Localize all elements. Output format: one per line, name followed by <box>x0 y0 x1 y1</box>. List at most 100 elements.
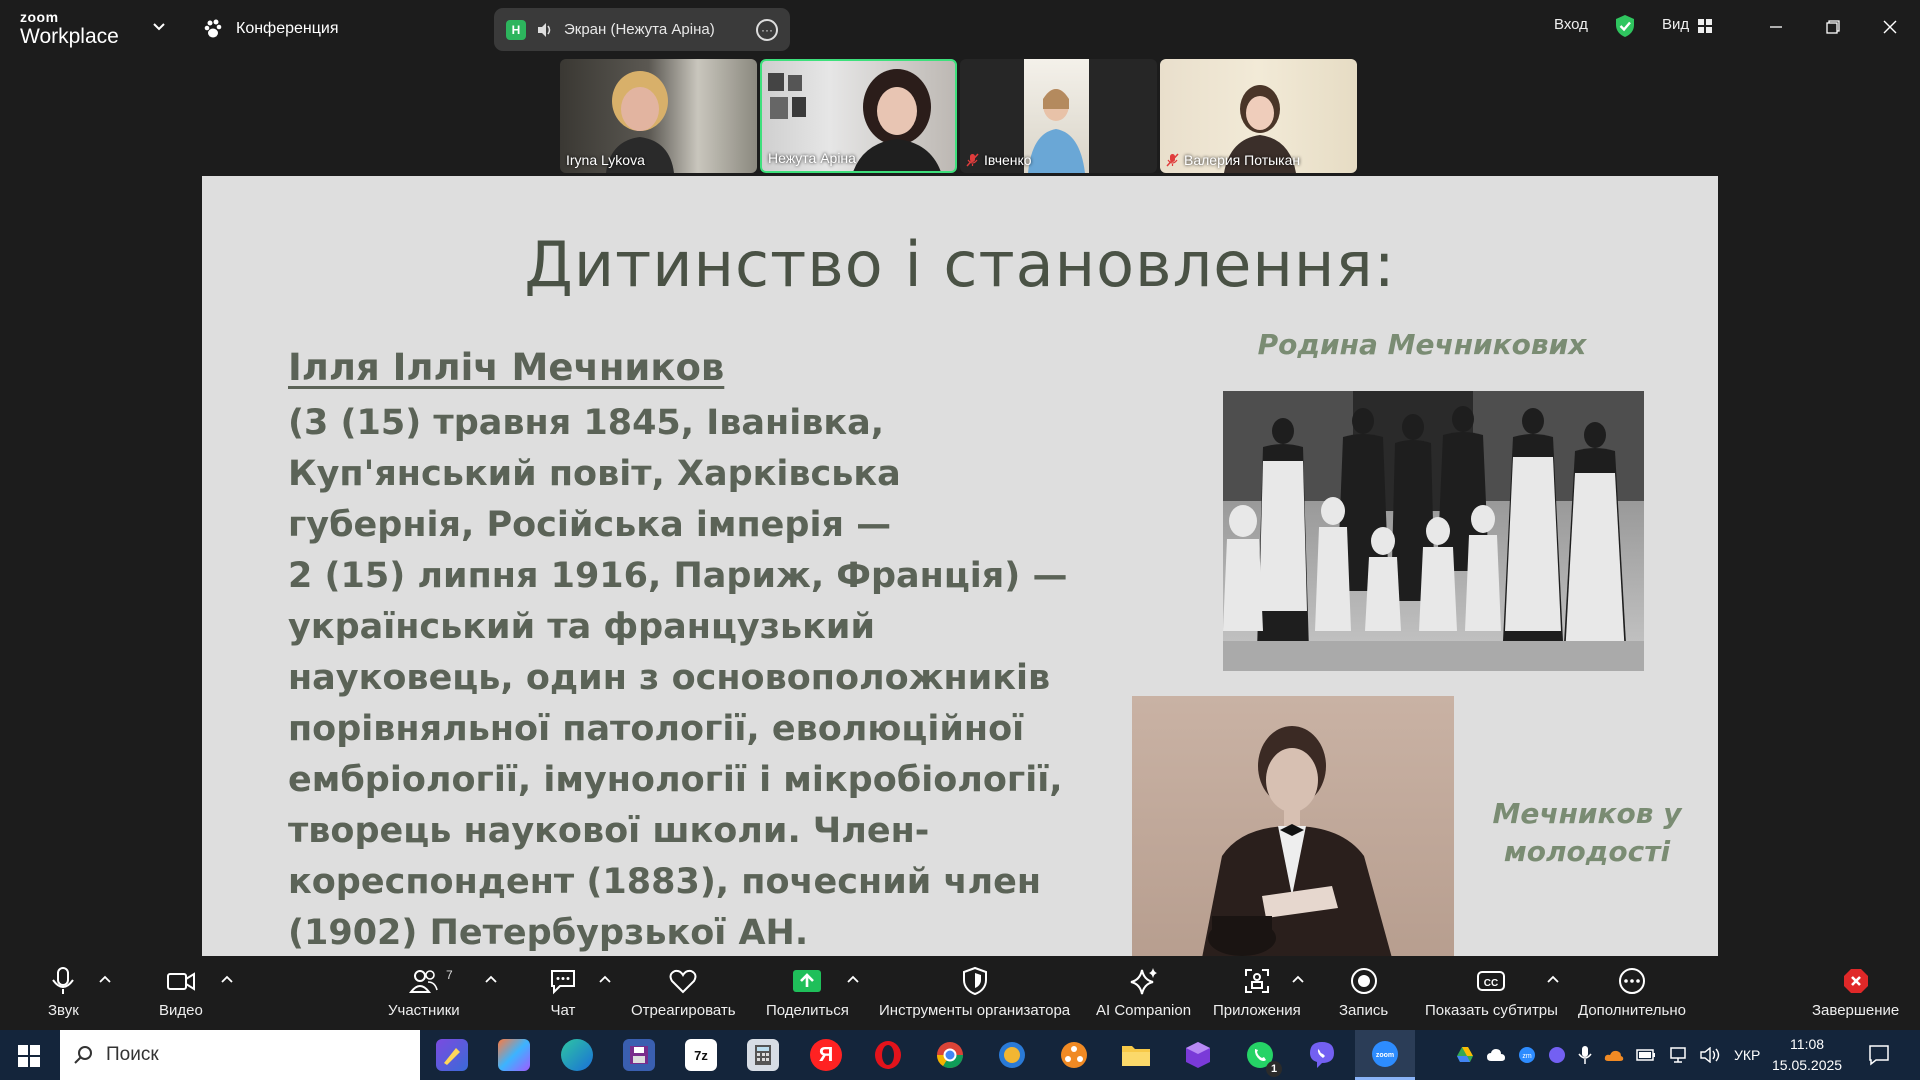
chat-icon <box>551 970 575 995</box>
chat-button[interactable]: Чат <box>548 966 578 1019</box>
share-button[interactable]: Поделиться <box>766 966 849 1019</box>
view-button[interactable]: Вид <box>1662 16 1689 33</box>
whatsapp-badge: 1 <box>1266 1061 1282 1077</box>
clock-date: 15.05.2025 <box>1772 1057 1843 1073</box>
app-icon-triad[interactable] <box>1058 1039 1090 1071</box>
record-button[interactable]: Запись <box>1339 966 1388 1019</box>
volume-icon[interactable] <box>1700 1047 1722 1063</box>
video-camera-icon <box>166 972 195 991</box>
more-options-icon[interactable]: ··· <box>756 18 778 41</box>
chevron-up-icon[interactable] <box>1292 974 1304 984</box>
family-photo-figures <box>1223 391 1644 671</box>
participant-tile[interactable]: Івченко <box>960 59 1157 173</box>
chevron-up-icon[interactable] <box>221 974 233 984</box>
7zip-icon[interactable]: 7z <box>685 1039 717 1071</box>
save-disk-icon[interactable] <box>623 1039 655 1071</box>
chevron-up-icon[interactable] <box>847 974 859 984</box>
restore-button[interactable] <box>1813 12 1853 42</box>
chrome-glyph <box>936 1042 964 1069</box>
bio-name: Ілля Ілліч Мечников <box>288 346 725 389</box>
network-icon[interactable] <box>1668 1047 1688 1063</box>
yandex-icon[interactable]: Я <box>810 1039 842 1071</box>
more-button[interactable]: Дополнительно <box>1578 966 1686 1019</box>
viber-glyph <box>1310 1042 1334 1068</box>
bio-line: порівняльної патології, еволюційної <box>288 709 1025 749</box>
opera-icon[interactable] <box>872 1039 904 1071</box>
end-meeting-button[interactable]: Завершение <box>1812 966 1899 1019</box>
chrome-icon[interactable] <box>934 1039 966 1071</box>
app-icon-pen[interactable] <box>436 1039 468 1071</box>
bio-line: 2 (15) липня 1916, Париж, Франція) — <box>288 556 1068 596</box>
chat-label: Чат <box>550 1002 576 1019</box>
chevron-up-icon[interactable] <box>485 974 497 984</box>
end-icon <box>1843 969 1868 993</box>
video-button[interactable]: Видео <box>159 966 203 1019</box>
signin-button[interactable]: Вход <box>1554 16 1588 33</box>
participant-name: Нежута Аріна <box>768 150 856 166</box>
participant-name: Валерия Потыкан <box>1166 152 1300 168</box>
edge-icon[interactable] <box>561 1039 593 1071</box>
captions-button[interactable]: CC Показать субтитры <box>1425 966 1558 1019</box>
host-tools-button[interactable]: Инструменты организатора <box>879 966 1070 1019</box>
closed-captions-icon: CC <box>1477 971 1506 991</box>
brand-workplace: Workplace <box>20 25 119 48</box>
zoom-tray-icon[interactable]: zm <box>1518 1046 1536 1064</box>
participant-tile[interactable]: Валерия Потыкан <box>1160 59 1357 173</box>
cube-icon <box>1186 1042 1210 1068</box>
ai-companion-button[interactable]: AI Companion <box>1096 966 1191 1019</box>
onedrive-icon[interactable] <box>1604 1048 1624 1062</box>
participant-tile-active[interactable]: Нежута Аріна <box>760 59 957 173</box>
cloud-icon[interactable] <box>1486 1047 1506 1063</box>
participant-video <box>1024 59 1089 173</box>
screen-share-indicator[interactable]: Н Экран (Нежута Аріна) ··· <box>494 8 790 51</box>
meeting-label: Конференция <box>236 20 339 37</box>
chevron-up-icon[interactable] <box>1547 974 1559 984</box>
clock[interactable]: 11:08 15.05.2025 <box>1772 1034 1842 1076</box>
calculator-icon[interactable] <box>747 1039 779 1071</box>
chevron-up-icon[interactable] <box>599 974 611 984</box>
react-button[interactable]: Отреагировать <box>631 966 736 1019</box>
app-icon-globe[interactable] <box>996 1039 1028 1071</box>
search-placeholder: Поиск <box>106 1044 159 1065</box>
audio-button[interactable]: Звук <box>48 966 79 1019</box>
viber-tray-icon[interactable] <box>1548 1046 1566 1064</box>
svg-text:zoom: zoom <box>1376 1052 1394 1059</box>
participant-video <box>853 69 941 171</box>
sparkle-icon <box>1130 968 1157 995</box>
meeting-info-button[interactable]: Конференция <box>204 18 339 40</box>
portrait-figure <box>1202 726 1392 956</box>
microphone-tray-icon[interactable] <box>1578 1045 1592 1065</box>
restore-icon <box>1826 20 1840 34</box>
whatsapp-icon[interactable]: 1 <box>1244 1039 1282 1077</box>
minimize-button[interactable] <box>1756 12 1796 42</box>
close-button[interactable] <box>1870 12 1910 42</box>
participant-figure <box>1028 89 1085 173</box>
chevron-down-icon[interactable] <box>152 20 166 34</box>
clock-time: 11:08 <box>1790 1036 1825 1052</box>
search-icon <box>74 1046 92 1064</box>
bio-line: (3 (15) травня 1845, Іванівка, <box>288 403 885 443</box>
notifications-icon[interactable] <box>1868 1044 1890 1066</box>
shield-check-icon[interactable] <box>1614 14 1636 38</box>
grid-icon[interactable] <box>1698 19 1712 33</box>
participant-name: Івченко <box>966 152 1032 168</box>
copilot-icon[interactable] <box>498 1039 530 1071</box>
zoom-taskbar-icon[interactable]: zoom <box>1355 1030 1415 1080</box>
triad-icon <box>1061 1042 1087 1068</box>
bio-line: (1902) Петербурзької АН. <box>288 913 809 953</box>
windows-start-icon[interactable] <box>18 1045 40 1067</box>
google-drive-icon[interactable] <box>1456 1046 1474 1064</box>
language-indicator[interactable]: УКР <box>1734 1047 1760 1063</box>
app-icon-cube[interactable] <box>1182 1039 1214 1071</box>
zoom-window: zoom Workplace Конференция Н Экран (Нежу… <box>0 0 1920 1030</box>
battery-icon[interactable] <box>1636 1048 1656 1062</box>
apps-button[interactable]: Приложения <box>1213 966 1301 1019</box>
taskbar-search[interactable]: Поиск <box>60 1030 420 1080</box>
chevron-up-icon[interactable] <box>99 974 111 984</box>
zoom-logo[interactable]: zoom Workplace <box>20 10 119 47</box>
floppy-icon <box>630 1046 648 1064</box>
microphone-icon <box>52 967 75 994</box>
participant-tile[interactable]: Iryna Lykova <box>560 59 757 173</box>
file-explorer-icon[interactable] <box>1120 1039 1152 1071</box>
viber-icon[interactable] <box>1306 1039 1338 1071</box>
